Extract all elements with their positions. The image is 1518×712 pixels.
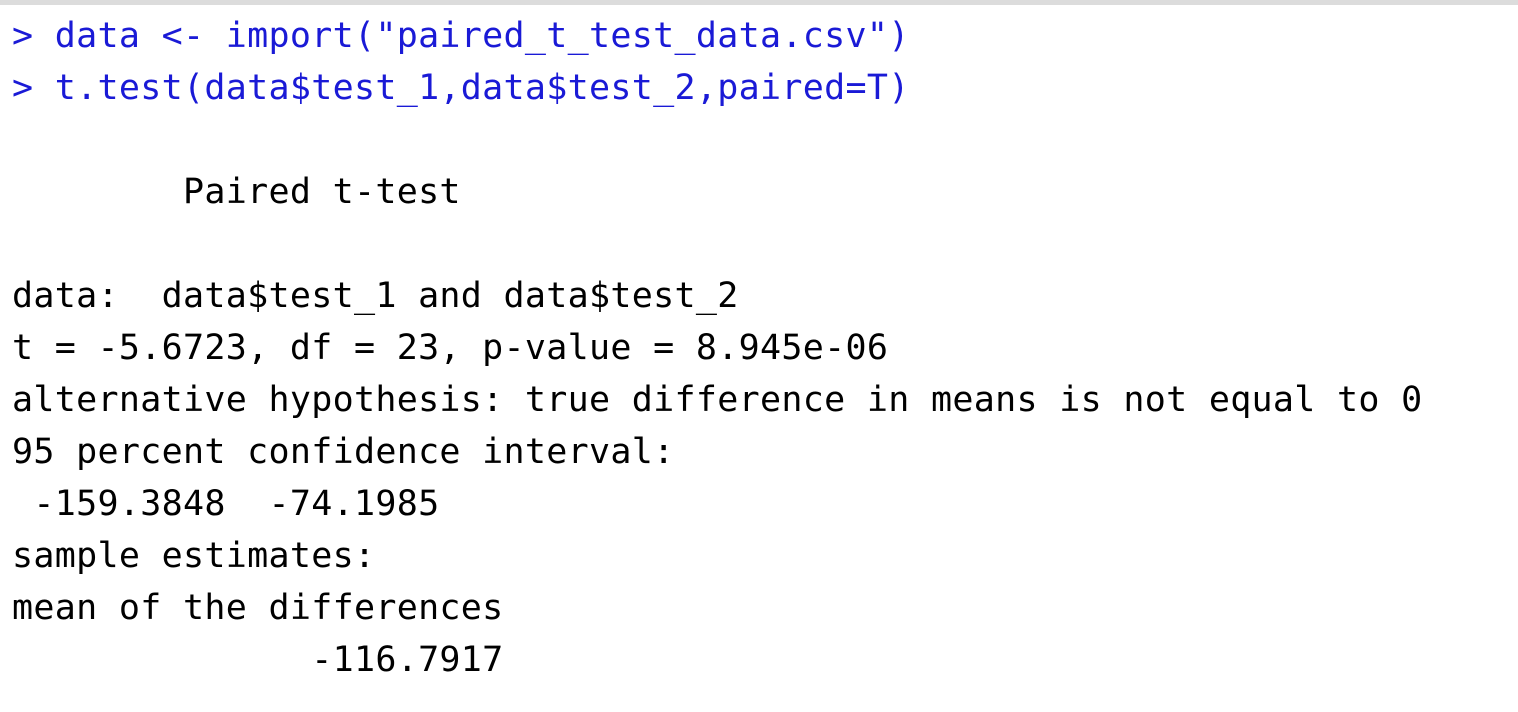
output-stats-line: t = -5.6723, df = 23, p-value = 8.945e-0… bbox=[12, 328, 889, 368]
output-alternative-hypothesis: alternative hypothesis: true difference … bbox=[12, 380, 1423, 420]
r-console[interactable]: > data <- import("paired_t_test_data.csv… bbox=[0, 0, 1518, 712]
output-estimate-name: mean of the differences bbox=[12, 588, 504, 628]
output-data-line: data: data$test_1 and data$test_2 bbox=[12, 276, 739, 316]
output-ci-label: 95 percent confidence interval: bbox=[12, 432, 675, 472]
output-estimates-label: sample estimates: bbox=[12, 536, 376, 576]
output-ci-values: -159.3848 -74.1985 bbox=[12, 484, 440, 524]
output-estimate-value: -116.7917 bbox=[12, 640, 504, 680]
console-output: > data <- import("paired_t_test_data.csv… bbox=[12, 10, 1518, 686]
command-line-import: > data <- import("paired_t_test_data.csv… bbox=[12, 16, 910, 56]
output-title: Paired t-test bbox=[12, 172, 461, 212]
command-line-ttest: > t.test(data$test_1,data$test_2,paired=… bbox=[12, 68, 910, 108]
